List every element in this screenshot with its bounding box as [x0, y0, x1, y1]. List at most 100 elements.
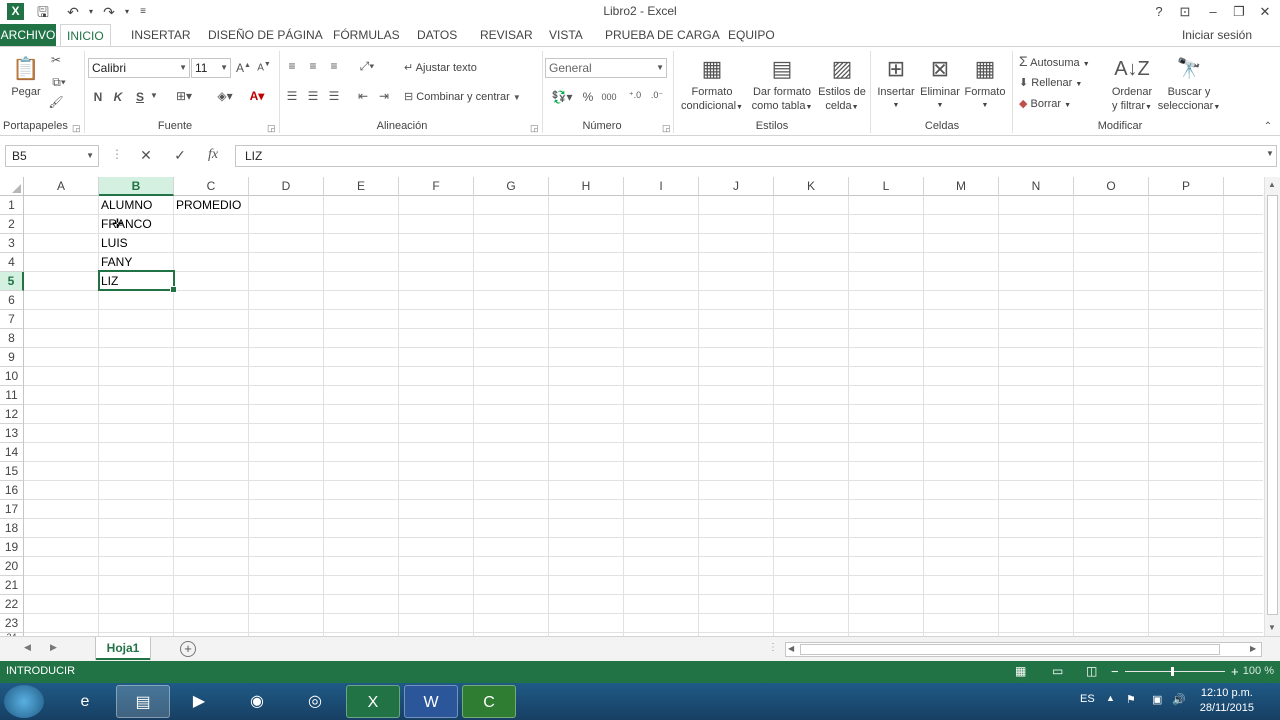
align-middle-icon[interactable]: ≡ — [306, 59, 320, 73]
insert-cells-button[interactable]: ⊞ Insertar ▼ — [873, 53, 919, 113]
help-icon[interactable]: ? — [1146, 2, 1172, 22]
row-header-8[interactable]: 8 — [0, 329, 24, 348]
font-color-icon[interactable]: A▾ — [244, 89, 270, 103]
vertical-scroll-thumb[interactable] — [1267, 195, 1278, 615]
firefox-icon[interactable]: ◎ — [288, 685, 342, 718]
row-header-2[interactable]: 2 — [0, 215, 24, 234]
normal-view-icon[interactable]: ▦ — [1015, 664, 1026, 678]
horizontal-scrollbar[interactable]: ◀ ▶ — [785, 642, 1262, 657]
row-header-12[interactable]: 12 — [0, 405, 24, 424]
tab-vista[interactable]: VISTA — [543, 24, 589, 46]
cut-icon[interactable]: ✂ — [48, 53, 64, 67]
clock[interactable]: 12:10 p.m. 28/11/2015 — [1200, 686, 1254, 716]
start-button-icon[interactable] — [4, 685, 44, 718]
tab-datos[interactable]: DATOS — [411, 24, 463, 46]
split-handle-icon[interactable]: ⋮ — [768, 642, 778, 653]
column-header-h[interactable]: H — [549, 177, 624, 196]
column-header-b[interactable]: B — [99, 177, 174, 196]
row-header-19[interactable]: 19 — [0, 538, 24, 557]
action-center-icon[interactable]: ⚑ — [1126, 693, 1136, 706]
column-header-l[interactable]: L — [849, 177, 924, 196]
more-options-icon[interactable]: ⋮ — [106, 147, 128, 161]
row-header-23[interactable]: 23 — [0, 614, 24, 633]
cell-b1[interactable]: ALUMNO — [98, 196, 152, 215]
row-header-1[interactable]: 1 — [0, 196, 24, 215]
add-sheet-icon[interactable]: + — [180, 641, 196, 657]
ribbon-display-icon[interactable]: ⊡ — [1172, 2, 1198, 22]
row-header-14[interactable]: 14 — [0, 443, 24, 462]
fill-button[interactable]: ⬇ Rellenar ▼ — [1019, 76, 1109, 92]
column-header-j[interactable]: J — [699, 177, 774, 196]
name-box[interactable]: B5 ▼ — [5, 145, 99, 167]
scroll-up-icon[interactable]: ▲ — [1268, 180, 1276, 189]
row-header-4[interactable]: 4 — [0, 253, 24, 272]
font-launcher-icon[interactable]: ◲ — [267, 123, 276, 134]
tab-archivo[interactable]: ARCHIVO — [0, 24, 56, 46]
increase-indent-icon[interactable]: ⇥ — [376, 89, 392, 103]
row-header-3[interactable]: 3 — [0, 234, 24, 253]
internet-explorer-icon[interactable]: e — [58, 685, 112, 718]
percent-button[interactable]: % — [581, 90, 595, 104]
column-header-n[interactable]: N — [999, 177, 1074, 196]
cell-b2[interactable]: FRANCO — [98, 215, 152, 234]
column-header-e[interactable]: E — [324, 177, 399, 196]
page-break-view-icon[interactable]: ◫ — [1086, 664, 1097, 678]
row-header-17[interactable]: 17 — [0, 500, 24, 519]
row-header-9[interactable]: 9 — [0, 348, 24, 367]
expand-formula-bar-icon[interactable]: ▼ — [1264, 149, 1276, 158]
font-name-select[interactable]: Calibri ▼ — [88, 58, 190, 78]
tab-equipo[interactable]: EQUIPO — [722, 24, 781, 46]
row-header-10[interactable]: 10 — [0, 367, 24, 386]
row-header-13[interactable]: 13 — [0, 424, 24, 443]
sheet-tab-hoja1[interactable]: Hoja1 — [96, 637, 150, 660]
alignment-launcher-icon[interactable]: ◲ — [530, 123, 539, 134]
fill-color-icon[interactable]: ◈▾ — [212, 89, 238, 103]
cell-area[interactable] — [24, 196, 1263, 636]
delete-cells-button[interactable]: ⊠ Eliminar ▼ — [917, 53, 963, 113]
language-indicator[interactable]: ES — [1080, 693, 1095, 705]
column-header-c[interactable]: C — [174, 177, 249, 196]
prev-sheet-icon[interactable]: ◀ — [24, 642, 31, 653]
zoom-out-icon[interactable]: − — [1111, 664, 1119, 679]
vertical-scrollbar[interactable]: ▲ ▼ — [1264, 177, 1280, 636]
tab-formulas[interactable]: FÓRMULAS — [327, 24, 406, 46]
tray-expand-icon[interactable]: ▲ — [1106, 693, 1115, 703]
clipboard-launcher-icon[interactable]: ◲ — [72, 123, 81, 134]
column-header-f[interactable]: F — [399, 177, 474, 196]
volume-icon[interactable]: 🔊 — [1172, 693, 1186, 706]
save-icon[interactable]: 🖫 — [32, 2, 54, 22]
decrease-decimal-icon[interactable]: .0⁻ — [648, 90, 666, 101]
format-painter-icon[interactable]: 🖌 — [48, 95, 64, 109]
insert-function-button[interactable]: fx — [202, 147, 224, 163]
media-player-icon[interactable]: ▶ — [172, 685, 226, 718]
grow-font-icon[interactable]: A▲ — [236, 61, 251, 75]
restore-icon[interactable]: ❐ — [1226, 2, 1252, 22]
horizontal-scroll-thumb[interactable] — [800, 644, 1220, 655]
next-sheet-icon[interactable]: ▶ — [50, 642, 57, 653]
page-layout-view-icon[interactable]: ▭ — [1052, 664, 1063, 678]
column-header-k[interactable]: K — [774, 177, 849, 196]
scroll-left-icon[interactable]: ◀ — [788, 644, 794, 653]
row-header-11[interactable]: 11 — [0, 386, 24, 405]
row-header-5[interactable]: 5 — [0, 272, 24, 291]
cell-c1[interactable]: PROMEDIO — [173, 196, 241, 215]
borders-icon[interactable]: ⊞▾ — [172, 89, 196, 103]
column-header-p[interactable]: P — [1149, 177, 1224, 196]
cell-b3[interactable]: LUIS — [98, 234, 128, 253]
scroll-right-icon[interactable]: ▶ — [1250, 644, 1256, 653]
minimize-icon[interactable]: – — [1200, 2, 1226, 22]
column-header-o[interactable]: O — [1074, 177, 1149, 196]
zoom-level[interactable]: 100 % — [1243, 665, 1274, 677]
scroll-down-icon[interactable]: ▼ — [1268, 623, 1276, 632]
tab-revisar[interactable]: REVISAR — [474, 24, 539, 46]
customize-toolbar-icon[interactable]: ≡ — [132, 2, 154, 22]
find-select-button[interactable]: 🔭 Buscar y seleccionar▼ — [1155, 53, 1223, 115]
column-header-g[interactable]: G — [474, 177, 549, 196]
column-header-a[interactable]: A — [24, 177, 99, 196]
paste-button[interactable]: 📋 Pegar — [8, 53, 44, 99]
chrome-icon[interactable]: ◉ — [230, 685, 284, 718]
align-left-icon[interactable]: ☰ — [285, 89, 299, 103]
sort-filter-button[interactable]: A↓Z Ordenar y filtrar▼ — [1106, 53, 1158, 115]
cell-styles-button[interactable]: ▨ Estilos de celda▼ — [815, 53, 869, 115]
row-header-7[interactable]: 7 — [0, 310, 24, 329]
